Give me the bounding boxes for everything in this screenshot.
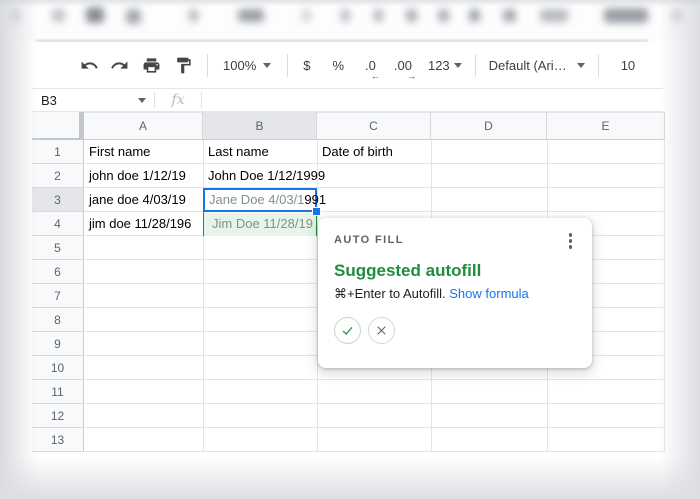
arrow-left-icon: ← — [371, 72, 380, 81]
check-icon — [340, 323, 355, 338]
redo-icon — [110, 56, 129, 75]
arrow-right-icon: → — [407, 72, 416, 81]
edge-fade-right — [660, 0, 700, 499]
currency-format-button[interactable]: $ — [303, 58, 310, 73]
font-name: Default (Ari… — [489, 58, 567, 73]
cell-b1[interactable]: Last name — [203, 140, 317, 164]
popup-instruction: ⌘+Enter to Autofill. Show formula — [334, 286, 576, 302]
font-dropdown[interactable]: Default (Ari… — [489, 58, 585, 73]
row-header-5[interactable]: 5 — [32, 236, 84, 260]
column-header-c[interactable]: C — [317, 112, 431, 140]
formula-input[interactable] — [202, 89, 663, 111]
column-header-b[interactable]: B — [203, 112, 317, 140]
row-header-7[interactable]: 7 — [32, 284, 84, 308]
chevron-down-icon — [263, 63, 271, 68]
chevron-down-icon — [454, 63, 462, 68]
formula-bar: B3 fx — [32, 88, 663, 112]
more-options-button[interactable] — [565, 232, 577, 250]
percent-format-button[interactable]: % — [332, 58, 344, 73]
fx-icon: fx — [155, 92, 201, 108]
zoom-dropdown[interactable]: 100% — [223, 58, 271, 73]
undo-icon — [80, 56, 99, 75]
row-header-3[interactable]: 3 — [32, 188, 84, 212]
cell-c1[interactable]: Date of birth — [317, 140, 431, 164]
popup-header-label: AUTO FILL — [334, 232, 404, 246]
fill-handle[interactable] — [313, 208, 320, 215]
close-icon — [375, 324, 388, 337]
toolbar-divider — [475, 54, 476, 77]
blurred-browser-chrome — [0, 0, 700, 41]
row-header-13[interactable]: 13 — [32, 428, 84, 452]
row-header-4[interactable]: 4 — [32, 212, 84, 236]
cell-b3-suggested-text: Jane Doe 4/03/1 — [209, 192, 304, 207]
show-formula-link[interactable]: Show formula — [449, 286, 528, 301]
cell-b4-suggested-text: Jim Doe 11/28/19 — [208, 212, 316, 235]
row-header-6[interactable]: 6 — [32, 260, 84, 284]
sheets-toolbar: 100% $ % .0 ← .00 → 123 Default (Ari… 10 — [32, 42, 663, 88]
row-header-10[interactable]: 10 — [32, 356, 84, 380]
column-header-d[interactable]: D — [431, 112, 547, 140]
cell-a3[interactable]: jane doe 4/03/19 — [84, 188, 202, 212]
name-box[interactable]: B3 — [32, 93, 154, 108]
row-header-8[interactable]: 8 — [32, 308, 84, 332]
select-all-corner[interactable] — [32, 112, 84, 140]
cell-a1[interactable]: First name — [84, 140, 203, 164]
print-button[interactable] — [140, 54, 162, 76]
cell-b3-overflow-text: 991 — [304, 192, 326, 207]
chevron-down-icon — [577, 63, 585, 68]
edge-fade-bottom — [0, 452, 700, 499]
cell-a2[interactable]: john doe 1/12/19 — [84, 164, 202, 188]
font-size-value[interactable]: 10 — [621, 58, 635, 73]
more-options-icon — [569, 233, 573, 237]
paint-format-icon — [174, 56, 193, 75]
row-header-1[interactable]: 1 — [32, 140, 84, 164]
autofill-popup: AUTO FILL Suggested autofill ⌘+Enter to … — [318, 218, 592, 368]
row-header-2[interactable]: 2 — [32, 164, 84, 188]
row-header-11[interactable]: 11 — [32, 380, 84, 404]
cell-b2[interactable]: John Doe 1/12/1999 — [203, 164, 433, 188]
increase-decimal-button[interactable]: .00 → — [394, 58, 412, 73]
cell-a4[interactable]: jim doe 11/28/196 — [84, 212, 202, 236]
column-header-e[interactable]: E — [547, 112, 665, 140]
zoom-value: 100% — [223, 58, 256, 73]
active-cell-b3[interactable]: Jane Doe 4/03/1991 — [203, 188, 317, 212]
undo-button[interactable] — [78, 54, 100, 76]
row-header-12[interactable]: 12 — [32, 404, 84, 428]
accept-autofill-button[interactable] — [334, 317, 361, 344]
dismiss-autofill-button[interactable] — [368, 317, 395, 344]
decrease-decimal-button[interactable]: .0 ← — [365, 58, 376, 73]
row-header-9[interactable]: 9 — [32, 332, 84, 356]
chevron-down-icon — [138, 98, 146, 103]
active-cell-reference: B3 — [41, 93, 57, 108]
popup-title: Suggested autofill — [334, 261, 576, 281]
redo-button[interactable] — [108, 54, 130, 76]
toolbar-divider — [287, 54, 288, 77]
paint-format-button[interactable] — [172, 54, 194, 76]
column-header-a[interactable]: A — [84, 112, 203, 140]
toolbar-divider — [207, 54, 208, 77]
number-format-dropdown[interactable]: 123 — [428, 58, 462, 73]
print-icon — [142, 56, 161, 75]
toolbar-divider — [598, 54, 599, 77]
